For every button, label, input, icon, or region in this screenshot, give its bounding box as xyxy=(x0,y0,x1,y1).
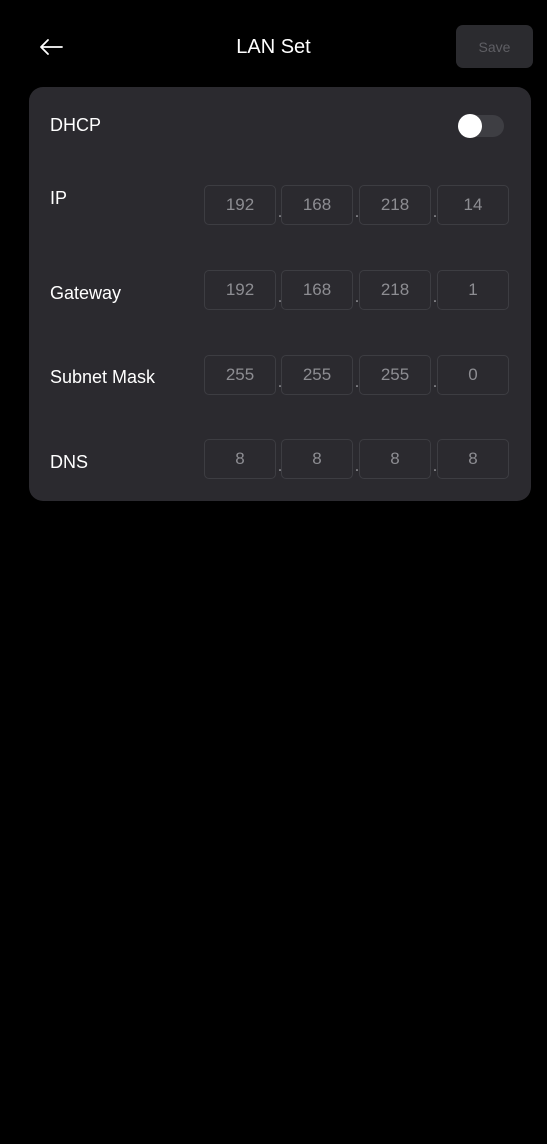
gateway-label: Gateway xyxy=(50,283,122,303)
lan-settings-card: DHCP IP 192 . 168 . 218 . 14 Gateway 192… xyxy=(29,87,531,501)
subnet-octet-4[interactable]: 0 xyxy=(437,355,509,395)
ip-label: IP xyxy=(50,188,68,208)
gateway-octet-3[interactable]: 218 xyxy=(359,270,431,310)
subnet-octet-1[interactable]: 255 xyxy=(204,355,276,395)
dns-octet-4[interactable]: 8 xyxy=(437,439,509,479)
ip-octet-2[interactable]: 168 xyxy=(281,185,353,225)
gateway-octet-2[interactable]: 168 xyxy=(281,270,353,310)
subnet-mask-label: Subnet Mask xyxy=(50,367,156,387)
gateway-octet-1[interactable]: 192 xyxy=(204,270,276,310)
dns-octet-3[interactable]: 8 xyxy=(359,439,431,479)
ip-octet-1[interactable]: 192 xyxy=(204,185,276,225)
dns-label: DNS xyxy=(50,452,89,472)
dhcp-toggle[interactable] xyxy=(458,114,504,138)
dhcp-label: DHCP xyxy=(50,115,102,135)
ip-octet-3[interactable]: 218 xyxy=(359,185,431,225)
dns-octet-2[interactable]: 8 xyxy=(281,439,353,479)
top-bar: LAN Set Save xyxy=(0,0,547,92)
subnet-octet-2[interactable]: 255 xyxy=(281,355,353,395)
save-button[interactable]: Save xyxy=(456,25,533,68)
ip-octet-4[interactable]: 14 xyxy=(437,185,509,225)
subnet-octet-3[interactable]: 255 xyxy=(359,355,431,395)
dns-octet-1[interactable]: 8 xyxy=(204,439,276,479)
toggle-knob xyxy=(458,114,482,138)
gateway-octet-4[interactable]: 1 xyxy=(437,270,509,310)
